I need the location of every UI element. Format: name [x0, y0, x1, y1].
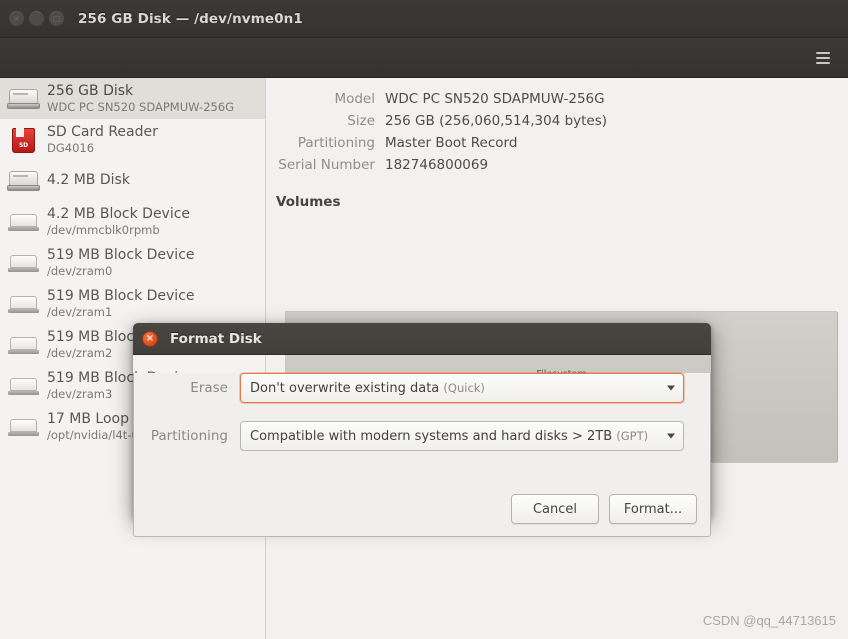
sidebar-item-zram0[interactable]: 519 MB Block Device /dev/zram0: [0, 242, 265, 283]
erase-label: Erase: [190, 380, 228, 396]
info-label: Size: [347, 113, 375, 129]
info-row-size: Size 256 GB (256,060,514,304 bytes): [267, 110, 848, 132]
block-device-icon: [7, 207, 41, 237]
maximize-icon[interactable]: □: [49, 11, 64, 26]
device-subtitle: WDC PC SN520 SDAPMUW-256G: [47, 100, 235, 114]
info-value: 182746800069: [385, 157, 489, 173]
erase-value: Don't overwrite existing data: [250, 380, 440, 396]
close-icon[interactable]: ×: [142, 330, 158, 347]
device-title: 4.2 MB Disk: [47, 172, 130, 188]
window-title: 256 GB Disk — /dev/nvme0n1: [78, 10, 303, 27]
hamburger-menu-icon[interactable]: [810, 46, 836, 70]
dialog-titlebar: × Format Disk: [133, 323, 711, 355]
erase-field-row: Erase Don't overwrite existing data (Qui…: [134, 373, 710, 403]
hard-disk-icon: [7, 84, 41, 114]
format-disk-dialog: × Format Disk Erase Don't overwrite exis…: [133, 323, 711, 537]
watermark: CSDN @qq_44713615: [702, 613, 836, 628]
erase-value-suffix: (Quick): [443, 380, 485, 395]
window-titlebar: × □ 256 GB Disk — /dev/nvme0n1: [0, 0, 848, 38]
info-value: Master Boot Record: [385, 135, 518, 151]
app-toolbar: [0, 38, 848, 78]
sidebar-item-4-2mb-block-device[interactable]: 4.2 MB Block Device /dev/mmcblk0rpmb: [0, 201, 265, 242]
hard-disk-icon: [7, 166, 41, 196]
device-title: 519 MB Block Device: [47, 288, 195, 304]
sd-card-icon: SD: [7, 125, 41, 155]
dialog-action-buttons: Cancel Format...: [511, 494, 697, 524]
info-row-serial-number: Serial Number 182746800069: [267, 154, 848, 176]
sidebar-item-zram1[interactable]: 519 MB Block Device /dev/zram1: [0, 283, 265, 324]
dialog-title: Format Disk: [170, 330, 262, 347]
sidebar-item-256gb-disk[interactable]: 256 GB Disk WDC PC SN520 SDAPMUW-256G: [0, 78, 265, 119]
dialog-body: Erase Don't overwrite existing data (Qui…: [133, 373, 711, 537]
block-device-icon: [7, 289, 41, 319]
device-title: SD Card Reader: [47, 124, 158, 140]
block-device-icon: [7, 371, 41, 401]
info-value: 256 GB (256,060,514,304 bytes): [385, 113, 608, 129]
info-label: Partitioning: [297, 135, 375, 151]
chevron-down-icon: [667, 433, 675, 439]
block-device-icon: [7, 330, 41, 360]
device-subtitle: DG4016: [47, 141, 95, 155]
partitioning-field-row: Partitioning Compatible with modern syst…: [134, 421, 710, 451]
sidebar-item-sd-card-reader[interactable]: SD SD Card Reader DG4016: [0, 119, 265, 160]
device-title: 256 GB Disk: [47, 83, 134, 99]
partitioning-label: Partitioning: [150, 428, 228, 444]
info-row-model: Model WDC PC SN520 SDAPMUW-256G: [267, 88, 848, 110]
device-title: 4.2 MB Block Device: [47, 206, 191, 222]
block-device-icon: [7, 412, 41, 442]
device-subtitle: /dev/mmcblk0rpmb: [47, 223, 160, 237]
info-label: Serial Number: [278, 157, 375, 173]
volumes-heading: Volumes: [276, 194, 341, 210]
chevron-down-icon: [667, 385, 675, 391]
device-subtitle: /dev/zram0: [47, 264, 113, 278]
minimize-icon[interactable]: [29, 11, 44, 26]
cancel-button[interactable]: Cancel: [511, 494, 599, 524]
erase-dropdown[interactable]: Don't overwrite existing data (Quick): [240, 373, 684, 403]
format-button[interactable]: Format...: [609, 494, 697, 524]
sidebar-item-4-2mb-disk[interactable]: 4.2 MB Disk: [0, 160, 265, 201]
disks-application-window: × □ 256 GB Disk — /dev/nvme0n1 256 GB Di…: [0, 0, 848, 639]
disk-info-table: Model WDC PC SN520 SDAPMUW-256G Size 256…: [267, 88, 848, 176]
device-subtitle: /dev/zram1: [47, 305, 113, 319]
device-title: 519 MB Block Device: [47, 247, 195, 263]
partitioning-dropdown[interactable]: Compatible with modern systems and hard …: [240, 421, 684, 451]
partitioning-value-suffix: (GPT): [616, 428, 649, 443]
window-controls: × □: [0, 11, 64, 26]
info-label: Model: [334, 91, 375, 107]
partitioning-value: Compatible with modern systems and hard …: [250, 428, 613, 444]
close-icon[interactable]: ×: [9, 11, 24, 26]
block-device-icon: [7, 248, 41, 278]
info-row-partitioning: Partitioning Master Boot Record: [267, 132, 848, 154]
info-value: WDC PC SN520 SDAPMUW-256G: [385, 91, 605, 107]
